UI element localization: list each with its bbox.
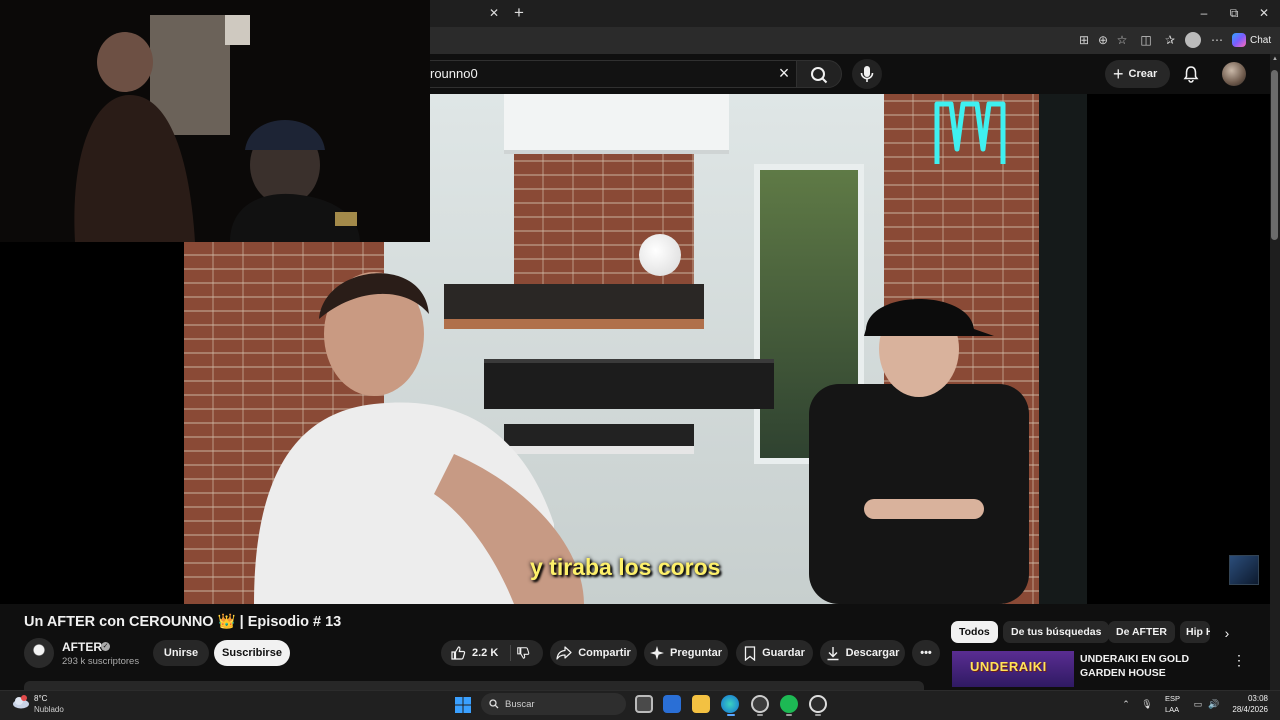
scroll-up-arrow-icon[interactable]: ▲	[1271, 56, 1279, 64]
person-white-shirt	[254, 272, 584, 604]
download-icon	[827, 646, 839, 660]
download-button[interactable]: Descargar	[820, 640, 905, 666]
tab-close-icon[interactable]: ✕	[486, 5, 502, 21]
minimize-button[interactable]: –	[1194, 4, 1214, 22]
dark-doorway	[1039, 94, 1087, 604]
mic-icon	[860, 66, 874, 82]
webcam-scene	[0, 0, 430, 242]
app-available-icon[interactable]: ⊞	[1076, 32, 1092, 48]
ask-button[interactable]: Preguntar	[644, 640, 728, 666]
weather-description: Nublado	[34, 705, 64, 714]
scrollbar-thumb[interactable]	[1271, 70, 1278, 240]
video-subtitle: y tiraba los coros	[530, 554, 721, 580]
app-icon[interactable]	[751, 695, 769, 713]
join-button[interactable]: Unirse	[153, 640, 209, 666]
like-divider	[510, 645, 511, 661]
edge-icon[interactable]	[721, 695, 739, 713]
search-input-value: rounno0	[430, 66, 478, 81]
split-screen-icon[interactable]: ◫	[1138, 32, 1154, 48]
clock-date[interactable]: 28/4/2026	[1228, 705, 1268, 714]
save-button[interactable]: Guardar	[736, 640, 813, 666]
favorite-star-icon[interactable]: ☆	[1114, 32, 1130, 48]
like-count: 2.2 K	[472, 647, 499, 659]
maximize-button[interactable]: ⧉	[1224, 4, 1244, 22]
bell-icon[interactable]	[1182, 65, 1200, 83]
file-explorer-icon[interactable]	[692, 695, 710, 713]
recommendation-thumbnail[interactable]: UNDERAIKI	[952, 651, 1074, 687]
profile-icon[interactable]	[1185, 32, 1201, 48]
taskbar-search[interactable]: Buscar	[481, 693, 626, 715]
chevron-right-icon[interactable]: ›	[1218, 624, 1236, 642]
clock-time[interactable]: 03:08	[1235, 694, 1268, 703]
description-box[interactable]	[24, 681, 924, 690]
favorites-icon[interactable]: ✰	[1162, 32, 1178, 48]
spotify-indicator	[786, 714, 792, 716]
chip-hip-hop[interactable]: Hip Hop	[1180, 621, 1210, 643]
subscriber-count: 293 k suscriptores	[62, 656, 140, 667]
menu-dots-icon[interactable]: ⋯	[1209, 32, 1225, 48]
voice-search-button[interactable]	[852, 59, 882, 89]
lamp	[639, 234, 681, 276]
plus-icon: +	[1113, 64, 1124, 84]
edge-active-indicator	[727, 714, 735, 716]
taskbar-search-label: Buscar	[505, 698, 535, 710]
user-avatar[interactable]	[1222, 62, 1246, 86]
thumbs-up-icon	[451, 646, 466, 660]
copilot-chat-button[interactable]: Chat	[1232, 31, 1271, 49]
create-button[interactable]: + Crear	[1105, 60, 1170, 88]
verified-icon: ✓	[101, 642, 110, 651]
share-icon	[556, 646, 572, 660]
search-icon	[811, 67, 828, 84]
channel-avatar[interactable]	[24, 638, 54, 668]
windows-start-icon[interactable]	[455, 697, 471, 713]
weather-temperature: 8°C	[34, 694, 48, 703]
media-player-icon[interactable]	[809, 695, 827, 713]
ask-label: Preguntar	[670, 647, 722, 659]
video-title: Un AFTER con CEROUNNO 👑 | Episodio # 13	[24, 614, 342, 630]
zoom-icon[interactable]: ⊕	[1095, 32, 1111, 48]
recommendation-title[interactable]: UNDERAIKI EN GOLD GARDEN HOUSE	[1080, 652, 1225, 680]
clear-search-icon[interactable]: ×	[775, 64, 793, 82]
network-icon[interactable]: ▭	[1192, 698, 1204, 710]
window-close-button[interactable]: ✕	[1254, 4, 1274, 22]
spotify-icon[interactable]	[780, 695, 798, 713]
search-icon	[489, 699, 499, 709]
app-indicator	[757, 714, 763, 716]
person-black-shirt	[809, 299, 1029, 604]
copilot-icon	[1232, 33, 1246, 47]
chat-label: Chat	[1250, 34, 1272, 46]
language-code[interactable]: ESP	[1165, 694, 1180, 703]
chip-from-after[interactable]: De AFTER	[1108, 621, 1175, 643]
channel-watermark[interactable]	[1229, 555, 1259, 585]
chip-from-searches[interactable]: De tus búsquedas	[1003, 621, 1110, 643]
share-label: Compartir	[578, 647, 631, 659]
store-icon[interactable]	[663, 695, 681, 713]
thumbs-down-icon[interactable]	[516, 646, 530, 660]
keyboard-layout[interactable]: LAA	[1165, 705, 1179, 714]
mic-tray-icon[interactable]: 🎙	[1141, 698, 1153, 710]
chip-all[interactable]: Todos	[951, 621, 998, 643]
more-actions-button[interactable]: •••	[912, 640, 940, 666]
bookmark-icon	[744, 645, 756, 661]
subscribe-button[interactable]: Suscribirse	[214, 640, 290, 666]
download-label: Descargar	[845, 647, 900, 659]
volume-icon[interactable]: 🔊	[1208, 698, 1220, 710]
sparkle-icon	[650, 646, 665, 660]
share-button[interactable]: Compartir	[550, 640, 637, 666]
cloud-icon[interactable]	[12, 695, 30, 709]
channel-name[interactable]: AFTER	[62, 640, 102, 654]
neon-logo	[934, 101, 1006, 164]
save-label: Guardar	[762, 647, 805, 659]
kebab-menu-icon[interactable]: ⋮	[1232, 652, 1246, 668]
new-tab-button[interactable]: +	[510, 3, 528, 23]
media-player-indicator	[815, 714, 821, 716]
thumbnail-text: UNDERAIKI	[970, 659, 1047, 674]
search-button[interactable]	[796, 60, 842, 88]
webcam-overlay	[0, 0, 430, 242]
task-view-icon[interactable]	[635, 695, 653, 713]
chevron-up-icon[interactable]: ⌃	[1120, 698, 1132, 710]
create-label: Crear	[1128, 68, 1158, 80]
air-conditioner	[504, 94, 729, 154]
